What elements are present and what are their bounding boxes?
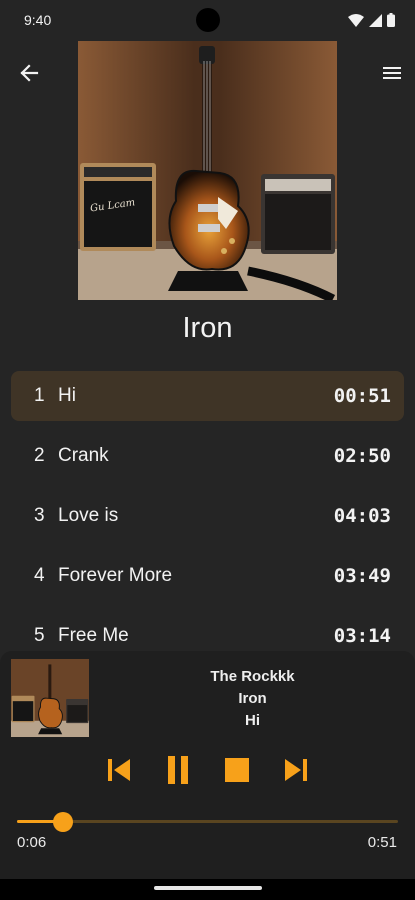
previous-button[interactable] [101, 752, 137, 788]
now-playing-cover [11, 659, 89, 737]
track-number: 2 [34, 445, 45, 466]
track-title: Hi [58, 385, 76, 406]
arrow-left-icon [20, 64, 39, 82]
total-time: 0:51 [367, 834, 397, 851]
camera-cutout [196, 8, 220, 32]
track-row[interactable]: 4 Forever More 03:49 [11, 551, 404, 601]
track-title: Free Me [58, 625, 129, 646]
now-playing-info: The Rockkk Iron Hi [100, 666, 405, 732]
now-playing-panel: The Rockkk Iron Hi 0:06 0:51 [0, 651, 415, 879]
track-duration: 02:50 [333, 445, 391, 467]
seek-track [17, 820, 398, 823]
track-list: 1 Hi 00:51 2 Crank 02:50 3 Love is 04:03… [11, 371, 404, 671]
signal-icon [369, 13, 382, 27]
stop-icon [225, 758, 249, 782]
now-playing-artist: The Rockkk [210, 668, 295, 685]
track-number: 4 [34, 565, 45, 586]
track-duration: 00:51 [333, 385, 391, 407]
battery-icon [387, 13, 395, 27]
playback-controls [0, 752, 415, 788]
current-time: 0:06 [17, 834, 47, 851]
track-row[interactable]: 3 Love is 04:03 [11, 491, 404, 541]
status-time: 9:40 [24, 12, 52, 28]
pause-button[interactable] [160, 752, 196, 788]
next-button[interactable] [278, 752, 314, 788]
wifi-icon [348, 13, 364, 27]
track-duration: 03:49 [333, 565, 391, 587]
now-playing-album: Iron [238, 690, 267, 707]
hamburger-menu-icon [383, 67, 401, 79]
pause-icon [168, 756, 188, 784]
skip-next-icon [285, 759, 307, 781]
system-nav-bar [0, 879, 415, 900]
track-title: Crank [58, 445, 109, 466]
track-row[interactable]: 1 Hi 00:51 [11, 371, 404, 421]
seek-thumb[interactable] [52, 812, 73, 832]
home-indicator[interactable] [154, 886, 262, 890]
track-title: Love is [58, 505, 119, 526]
track-title: Forever More [58, 565, 173, 586]
track-row[interactable]: 2 Crank 02:50 [11, 431, 404, 481]
now-playing-track: Hi [245, 712, 260, 729]
seek-bar[interactable] [17, 812, 398, 832]
back-button[interactable] [14, 58, 44, 88]
track-number: 3 [34, 505, 45, 526]
album-cover: Gu Lcam [78, 41, 337, 300]
album-title: Iron [182, 312, 233, 344]
track-duration: 04:03 [333, 505, 391, 527]
menu-button[interactable] [377, 58, 407, 88]
stop-button[interactable] [219, 752, 255, 788]
skip-previous-icon [108, 759, 130, 781]
track-number: 1 [34, 385, 45, 406]
status-icons [348, 12, 395, 28]
status-bar: 9:40 [0, 0, 415, 40]
track-duration: 03:14 [333, 625, 391, 647]
track-number: 5 [34, 625, 45, 646]
